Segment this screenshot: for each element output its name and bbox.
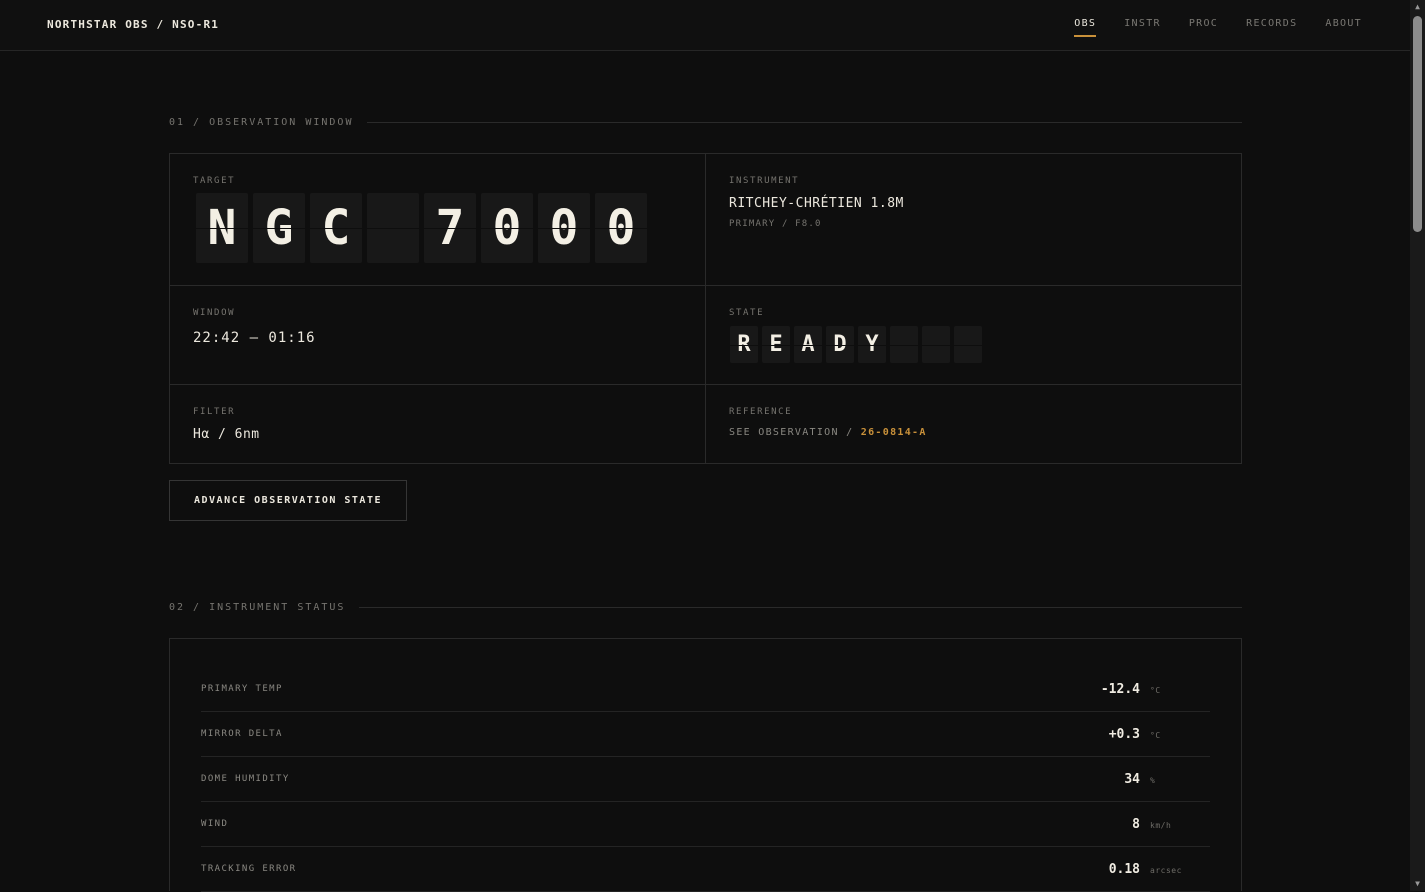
filter-label: FILTER (193, 407, 236, 417)
main-nav: OBS INSTR PROC RECORDS ABOUT (1074, 18, 1362, 37)
target-flap-display: N G C 7 0 0 0 (196, 193, 682, 263)
status-row-wind: WIND 8 km/h (201, 802, 1210, 847)
scroll-thumb[interactable] (1413, 16, 1422, 232)
nav-item-instr[interactable]: INSTR (1124, 18, 1161, 37)
state-flap: A (794, 326, 822, 363)
status-value: +0.3 (1108, 726, 1140, 742)
status-value: 8 (1132, 816, 1140, 832)
status-name: MIRROR DELTA (201, 729, 283, 739)
status-name: WIND (201, 819, 229, 829)
page-scrollbar[interactable]: ▲ ▼ (1410, 0, 1425, 891)
status-row-mirror-delta: MIRROR DELTA +0.3 °C (201, 712, 1210, 757)
instrument-label: INSTRUMENT (729, 176, 800, 186)
status-reading: 34 % (1124, 772, 1210, 787)
status-row-tracking-error: TRACKING ERROR 0.18 arcsec (201, 847, 1210, 892)
window-value: 22:42 – 01:16 (193, 330, 316, 346)
status-unit: km/h (1150, 820, 1172, 830)
state-flap: R (730, 326, 758, 363)
reference-text: SEE OBSERVATION / 26-0814-A (729, 427, 1218, 438)
status-unit: °C (1150, 730, 1161, 740)
target-flap: N (196, 193, 248, 263)
target-flap: 0 (595, 193, 647, 263)
brand-title[interactable]: NORTHSTAR OBS / NSO-R1 (47, 18, 219, 31)
state-flap: D (826, 326, 854, 363)
state-cell: STATE R E A D Y (706, 286, 1241, 385)
scroll-up-arrow-icon[interactable]: ▲ (1410, 0, 1425, 14)
instrument-value: RITCHEY-CHRÉTIEN 1.8M (729, 196, 904, 211)
reference-cell: REFERENCE SEE OBSERVATION / 26-0814-A (706, 385, 1241, 463)
filter-cell: FILTER Hα / 6nm (170, 385, 706, 463)
filter-value: Hα / 6nm (193, 427, 260, 442)
target-cell: TARGET N G C 7 0 0 0 (170, 154, 706, 286)
status-name: TRACKING ERROR (201, 864, 297, 874)
state-label: STATE (729, 308, 765, 318)
instrument-subtitle: PRIMARY / F8.0 (729, 219, 822, 229)
status-reading: 0.18 arcsec (1109, 862, 1210, 877)
status-unit: °C (1150, 685, 1161, 695)
target-flap: 0 (538, 193, 590, 263)
scroll-down-arrow-icon[interactable]: ▼ (1410, 877, 1425, 891)
section-divider (367, 121, 1242, 123)
state-flap (890, 326, 918, 363)
advance-observation-state-button[interactable]: ADVANCE OBSERVATION STATE (169, 480, 407, 521)
state-flap: Y (858, 326, 886, 363)
reference-prefix: SEE OBSERVATION / (729, 427, 861, 438)
target-flap: 7 (424, 193, 476, 263)
section-divider (359, 606, 1242, 608)
observation-grid: TARGET N G C 7 0 0 0 INSTRUMENT RITCHEY-… (169, 153, 1242, 464)
state-flap-display: R E A D Y (730, 326, 1218, 363)
section-label: 02 / INSTRUMENT STATUS (169, 601, 346, 613)
instrument-status-panel: PRIMARY TEMP -12.4 °C MIRROR DELTA +0.3 … (169, 638, 1242, 892)
target-label: TARGET (193, 176, 236, 186)
nav-item-obs[interactable]: OBS (1074, 18, 1097, 37)
status-reading: 8 km/h (1132, 817, 1210, 832)
status-row-dome-humidity: DOME HUMIDITY 34 % (201, 757, 1210, 802)
status-reading: +0.3 °C (1109, 727, 1210, 742)
status-name: DOME HUMIDITY (201, 774, 290, 784)
nav-item-records[interactable]: RECORDS (1246, 18, 1297, 37)
target-flap: C (310, 193, 362, 263)
status-reading: -12.4 °C (1101, 682, 1210, 697)
top-bar: NORTHSTAR OBS / NSO-R1 OBS INSTR PROC RE… (0, 0, 1410, 51)
state-flap: E (762, 326, 790, 363)
target-flap (367, 193, 419, 263)
section-heading-instrument-status: 02 / INSTRUMENT STATUS (169, 600, 1242, 614)
state-flap (954, 326, 982, 363)
window-label: WINDOW (193, 308, 236, 318)
nav-item-about[interactable]: ABOUT (1325, 18, 1362, 37)
target-flap: G (253, 193, 305, 263)
reference-label: REFERENCE (729, 407, 793, 417)
state-flap (922, 326, 950, 363)
status-value: 34 (1124, 771, 1140, 787)
instrument-cell: INSTRUMENT RITCHEY-CHRÉTIEN 1.8M PRIMARY… (706, 154, 1241, 286)
section-heading-observation: 01 / OBSERVATION WINDOW (169, 115, 1242, 129)
nav-item-proc[interactable]: PROC (1189, 18, 1218, 37)
window-cell: WINDOW 22:42 – 01:16 (170, 286, 706, 385)
status-value: -12.4 (1100, 681, 1140, 697)
status-unit: arcsec (1150, 865, 1182, 875)
reference-link[interactable]: 26-0814-A (861, 427, 927, 438)
section-label: 01 / OBSERVATION WINDOW (169, 116, 354, 128)
status-row-primary-temp: PRIMARY TEMP -12.4 °C (201, 667, 1210, 712)
status-name: PRIMARY TEMP (201, 684, 283, 694)
status-value: 0.18 (1108, 861, 1140, 877)
target-flap: 0 (481, 193, 533, 263)
status-unit: % (1150, 775, 1156, 785)
